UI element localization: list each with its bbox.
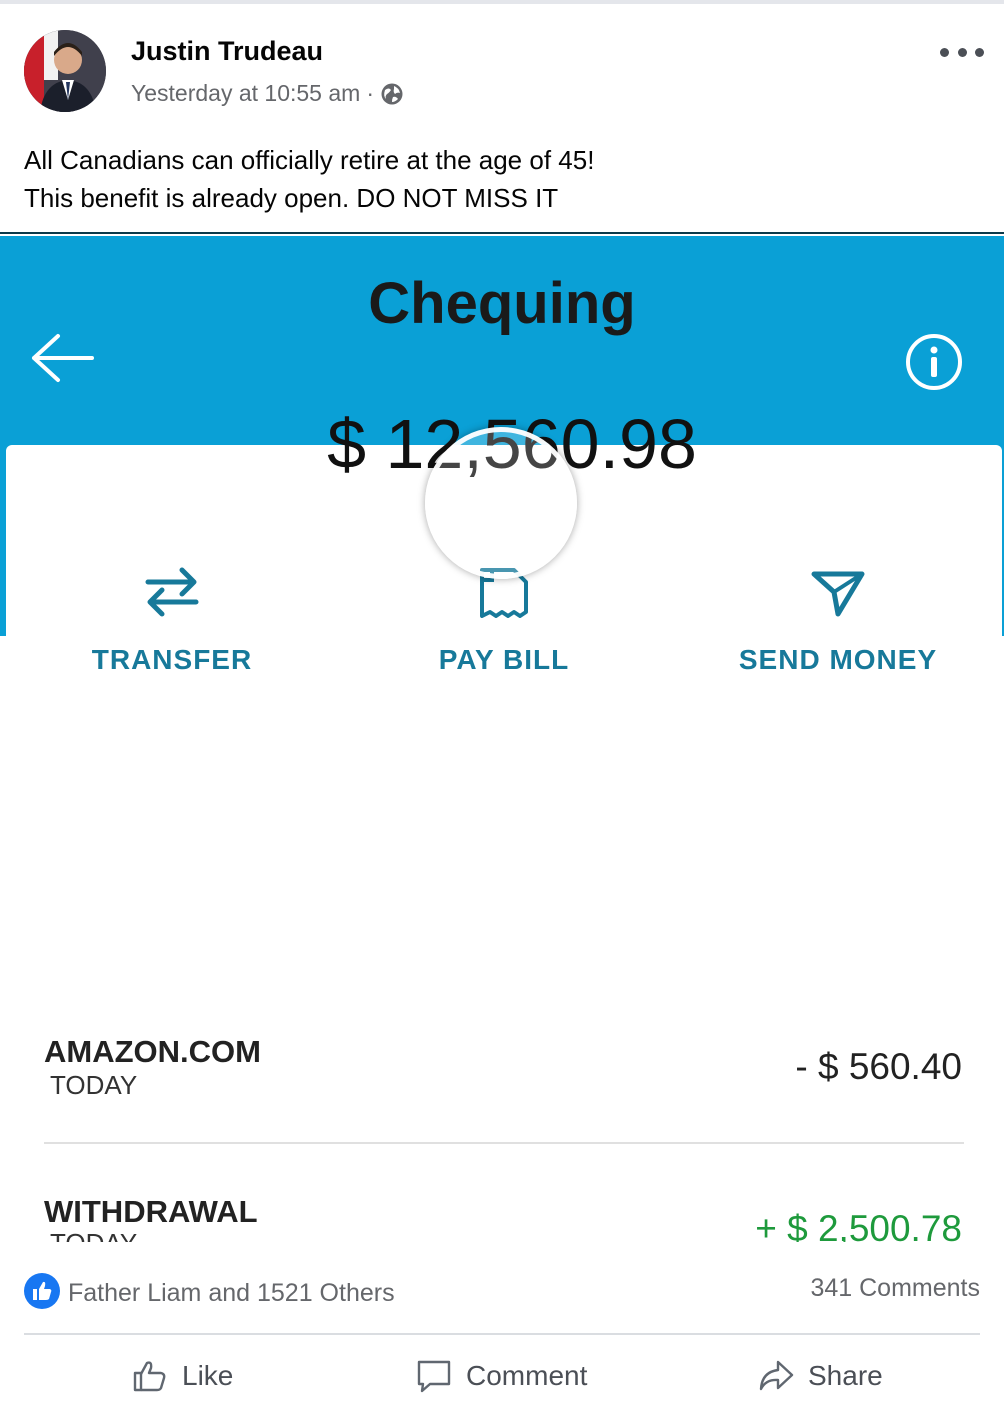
pay-bill-label: PAY BILL — [438, 644, 570, 675]
more-dot — [940, 47, 949, 57]
send-icon — [811, 571, 865, 617]
transaction-date: TODAY — [50, 1070, 138, 1100]
transaction-divider — [44, 1142, 964, 1144]
more-dot — [975, 47, 984, 57]
post-text-line: All Canadians can officially retire at t… — [24, 145, 595, 175]
transaction-amount: + $ 2,500.78 — [755, 1208, 962, 1242]
post-meta: Yesterday at 10:55 am · — [131, 80, 404, 107]
post-action-bar: Like Comment Share — [0, 1336, 1004, 1414]
action-divider — [24, 1333, 980, 1335]
send-money-label: SEND MONEY — [738, 644, 938, 675]
more-options-button[interactable] — [940, 44, 984, 60]
meta-separator: · — [366, 80, 374, 106]
transaction-name: AMAZON.COM — [44, 1034, 261, 1069]
transfer-action: TRANSFER — [22, 566, 322, 676]
transfer-label: TRANSFER — [91, 644, 253, 675]
reaction-summary[interactable]: Father Liam and 1521 Others — [68, 1279, 395, 1308]
video-media[interactable] — [0, 236, 1004, 1242]
like-button[interactable]: Like — [132, 1354, 233, 1398]
globe-icon[interactable] — [380, 82, 404, 106]
like-reaction-icon — [24, 1273, 60, 1309]
send-money-action: SEND MONEY — [688, 566, 988, 676]
transaction-name: WITHDRAWAL — [44, 1194, 258, 1229]
post-text: All Canadians can officially retire at t… — [24, 141, 594, 217]
share-icon — [759, 1360, 794, 1391]
reactions-bar: Father Liam and 1521 Others 341 Comments — [0, 1242, 1004, 1334]
comment-icon — [417, 1360, 451, 1393]
play-button[interactable] — [425, 427, 577, 579]
account-title: Chequing — [368, 271, 636, 336]
transaction-date: TODAY — [50, 1228, 137, 1242]
post-header: Justin Trudeau Yesterday at 10:55 am · A… — [0, 4, 1004, 234]
author-name[interactable]: Justin Trudeau — [131, 36, 323, 67]
comment-count[interactable]: 341 Comments — [810, 1274, 980, 1303]
transfer-icon — [145, 567, 199, 617]
comment-button[interactable]: Comment — [416, 1354, 587, 1398]
info-icon — [904, 332, 964, 392]
like-label: Like — [182, 1360, 234, 1391]
share-label: Share — [808, 1360, 883, 1391]
comment-label: Comment — [466, 1360, 588, 1391]
thumbs-up-icon — [133, 1361, 166, 1392]
post-text-line: This benefit is already open. DO NOT MIS… — [24, 183, 559, 213]
back-arrow-icon — [30, 328, 96, 388]
share-button[interactable]: Share — [758, 1354, 883, 1398]
post-timestamp[interactable]: Yesterday at 10:55 am — [131, 80, 360, 107]
more-dot — [957, 47, 967, 57]
play-icon — [485, 469, 539, 537]
author-avatar[interactable] — [24, 30, 106, 112]
pay-bill-action: PAY BILL — [354, 566, 654, 676]
transaction-amount: - $ 560.40 — [795, 1046, 962, 1087]
